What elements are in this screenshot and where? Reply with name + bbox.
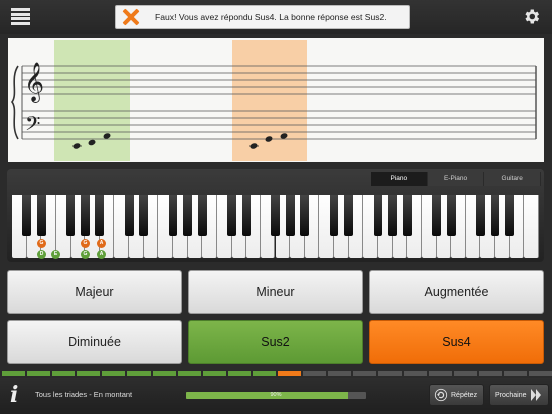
question-progress-segment: [77, 371, 101, 376]
question-progress-segment: [353, 371, 377, 376]
repeat-icon: [434, 388, 448, 402]
piano-black-key[interactable]: [227, 195, 236, 236]
piano-black-key[interactable]: [300, 195, 310, 236]
question-progress-segment: [303, 371, 327, 376]
tab-piano[interactable]: Piano: [371, 172, 428, 186]
double-chevron-right-icon: [530, 389, 541, 401]
close-icon: [119, 6, 143, 28]
piano-black-key[interactable]: [139, 195, 149, 236]
question-progress-segment: [278, 371, 302, 376]
piano-black-key[interactable]: [124, 195, 134, 236]
question-progress-segment: [478, 371, 502, 376]
question-progress-segment: [202, 371, 226, 376]
question-progress-strip: [0, 371, 552, 377]
bottom-bar: i Tous les triades - En montant 90% Répé…: [0, 378, 552, 414]
top-bar: Faux! Vous avez répondu Sus4. La bonne r…: [0, 0, 552, 34]
key-note-marker: D: [37, 250, 46, 259]
piano-black-key[interactable]: [432, 195, 441, 236]
piano-black-key[interactable]: [183, 195, 193, 236]
piano-black-key[interactable]: [22, 195, 32, 236]
next-label: Prochaine: [495, 391, 527, 399]
question-progress-segment: [152, 371, 176, 376]
instrument-tabs: Piano E-Piano Guitare: [371, 172, 542, 186]
grand-staff-brace: [11, 65, 19, 140]
question-progress-segment: [27, 371, 51, 376]
question-progress-segment: [127, 371, 151, 376]
question-progress-segment: [2, 371, 26, 376]
key-note-marker: G: [37, 239, 46, 248]
piano-black-key[interactable]: [490, 195, 500, 236]
piano-black-key[interactable]: [402, 195, 412, 236]
piano-black-key[interactable]: [241, 195, 251, 236]
session-progress-bar: 90%: [186, 392, 366, 399]
gear-icon[interactable]: [522, 7, 541, 26]
piano-black-key[interactable]: [80, 195, 90, 236]
piano-black-key[interactable]: [168, 195, 178, 236]
question-progress-segment: [378, 371, 402, 376]
piano-keys: GDEGGAA: [12, 195, 539, 259]
info-icon[interactable]: i: [10, 384, 26, 406]
session-progress-text: 90%: [270, 392, 282, 398]
piano-black-key[interactable]: [66, 195, 75, 236]
wrong-answer-highlight: [232, 40, 307, 161]
treble-clef-icon: 𝄞: [24, 62, 44, 103]
question-progress-segment: [453, 371, 477, 376]
question-progress-segment: [227, 371, 251, 376]
exercise-series-label: Tous les triades - En montant: [35, 390, 133, 399]
piano-black-key[interactable]: [446, 195, 456, 236]
key-note-marker: A: [97, 239, 106, 248]
tab-guitare[interactable]: Guitare: [484, 172, 542, 186]
key-note-marker: G: [81, 239, 90, 248]
piano-black-key[interactable]: [329, 195, 339, 236]
answer-mineur-button[interactable]: Mineur: [188, 270, 363, 314]
piano-black-key[interactable]: [388, 195, 397, 236]
repeat-label: Répétez: [451, 391, 478, 399]
feedback-banner: Faux! Vous avez répondu Sus4. La bonne r…: [115, 5, 410, 29]
next-button[interactable]: Prochaine: [489, 384, 549, 406]
bass-clef-icon: 𝄢: [25, 112, 40, 140]
key-note-marker: A: [97, 250, 106, 259]
question-progress-segment: [52, 371, 76, 376]
piano-black-key[interactable]: [197, 195, 207, 236]
key-note-marker: G: [81, 250, 90, 259]
answer-majeur-button[interactable]: Majeur: [7, 270, 182, 314]
piano-black-key[interactable]: [95, 195, 105, 236]
piano-black-key[interactable]: [373, 195, 383, 236]
tab-e-piano[interactable]: E-Piano: [427, 172, 485, 186]
question-progress-segment: [403, 371, 427, 376]
repeat-button[interactable]: Répétez: [429, 384, 484, 406]
question-progress-segment: [102, 371, 126, 376]
question-progress-segment: [328, 371, 352, 376]
question-progress-segment: [252, 371, 277, 376]
question-progress-segment: [177, 371, 201, 376]
key-note-marker: E: [51, 250, 60, 259]
list-menu-icon[interactable]: [11, 8, 30, 25]
question-progress-segment: [503, 371, 527, 376]
piano-black-key[interactable]: [285, 195, 295, 236]
answer-sus2-button[interactable]: Sus2: [188, 320, 363, 364]
piano-black-key[interactable]: [344, 195, 354, 236]
keyboard-panel: Piano E-Piano Guitare GDEGGAA: [7, 169, 544, 262]
piano-white-key[interactable]: [524, 195, 539, 258]
answer-augmentee-button[interactable]: Augmentée: [369, 270, 544, 314]
question-progress-segment: [528, 371, 552, 376]
feedback-message: Faux! Vous avez répondu Sus4. La bonne r…: [155, 12, 387, 22]
question-progress-segment: [428, 371, 452, 376]
music-staff: 𝄞 𝄢: [8, 38, 544, 162]
piano-black-key[interactable]: [271, 195, 280, 236]
answer-diminuee-button[interactable]: Diminuée: [7, 320, 182, 364]
piano-black-key[interactable]: [505, 195, 515, 236]
piano-black-key[interactable]: [36, 195, 46, 236]
piano-black-key[interactable]: [476, 195, 485, 236]
answer-sus4-button[interactable]: Sus4: [369, 320, 544, 364]
